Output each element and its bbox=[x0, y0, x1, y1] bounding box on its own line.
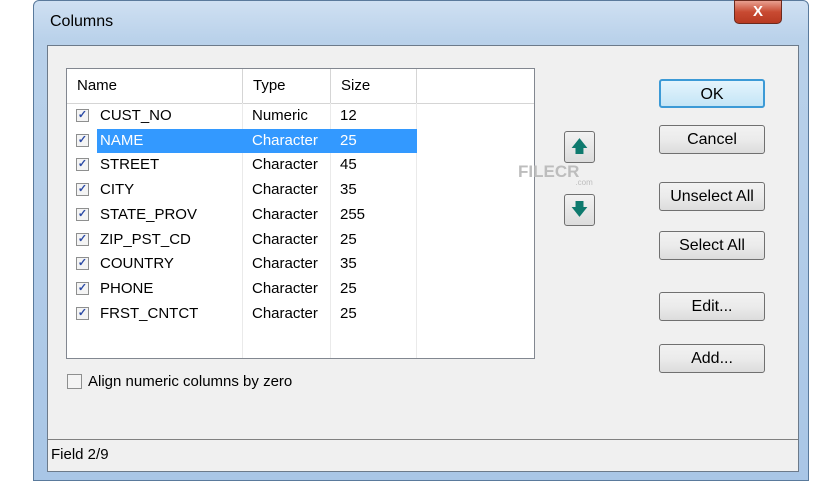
unselect-all-button[interactable]: Unselect All bbox=[659, 182, 765, 211]
cell-type: Character bbox=[252, 205, 318, 223]
cell-name: CITY bbox=[100, 181, 135, 199]
table-row[interactable]: ✓ COUNTRY Character 35 bbox=[67, 252, 417, 277]
row-checkbox[interactable]: ✓ bbox=[76, 158, 89, 172]
edit-button[interactable]: Edit... bbox=[659, 292, 765, 321]
cell-size: 35 bbox=[340, 255, 357, 273]
cell-name: STREET bbox=[100, 156, 160, 174]
columns-list[interactable]: Name Type Size ✓ CUST_NO Numeric 12 ✓ NAM… bbox=[66, 68, 535, 359]
arrow-up-icon: 🡅 bbox=[570, 137, 589, 156]
cell-size: 25 bbox=[331, 128, 417, 153]
row-checkbox[interactable]: ✓ bbox=[76, 281, 89, 295]
row-checkbox[interactable]: ✓ bbox=[76, 109, 89, 122]
row-checkbox[interactable]: ✓ bbox=[76, 207, 89, 221]
cell-type: Character bbox=[252, 279, 318, 297]
ok-button[interactable]: OK bbox=[659, 79, 765, 108]
cell-size: 45 bbox=[340, 156, 357, 174]
columns-dialog: Columns X Name Type Size ✓ CUST_NO Numer… bbox=[33, 0, 809, 481]
cell-name: ZIP_PST_CD bbox=[100, 230, 191, 248]
row-checkbox[interactable]: ✓ bbox=[76, 306, 89, 320]
table-row[interactable]: ✓ PHONE Character 25 bbox=[67, 277, 417, 302]
row-checkbox[interactable]: ✓ bbox=[76, 232, 89, 246]
table-row[interactable]: ✓ ZIP_PST_CD Character 25 bbox=[67, 228, 417, 253]
table-row[interactable]: ✓ CITY Character 35 bbox=[67, 178, 417, 203]
dialog-body: Name Type Size ✓ CUST_NO Numeric 12 ✓ NAM… bbox=[47, 45, 799, 472]
move-down-button[interactable]: 🡇 bbox=[564, 194, 595, 226]
row-checkbox[interactable]: ✓ bbox=[76, 257, 89, 271]
cell-size: 25 bbox=[340, 279, 357, 297]
cell-name: CUST_NO bbox=[100, 107, 172, 124]
cell-size: 25 bbox=[340, 304, 357, 322]
table-row[interactable]: ✓ STATE_PROV Character 255 bbox=[67, 203, 417, 228]
cell-size: 25 bbox=[340, 230, 357, 248]
cell-type: Character bbox=[252, 304, 318, 322]
cell-size: 255 bbox=[340, 205, 366, 223]
cancel-button[interactable]: Cancel bbox=[659, 125, 765, 154]
cell-type: Character bbox=[252, 255, 318, 273]
add-button[interactable]: Add... bbox=[659, 344, 765, 373]
cell-type: Character bbox=[252, 181, 318, 199]
status-text: Field 2/9 bbox=[51, 446, 109, 463]
move-up-button[interactable]: 🡅 bbox=[564, 131, 595, 163]
close-button[interactable]: X bbox=[734, 0, 782, 24]
table-row[interactable]: ✓ STREET Character 45 bbox=[67, 153, 417, 178]
status-bar: Field 2/9 bbox=[48, 439, 798, 471]
header-name[interactable]: Name bbox=[67, 69, 243, 103]
table-row[interactable]: ✓ CUST_NO Numeric 12 bbox=[67, 104, 417, 129]
table-row[interactable]: ✓ FRST_CNTCT Character 25 bbox=[67, 302, 417, 327]
row-checkbox[interactable]: ✓ bbox=[76, 133, 89, 147]
select-all-button[interactable]: Select All bbox=[659, 231, 765, 260]
header-type[interactable]: Type bbox=[243, 69, 331, 103]
table-row[interactable]: ✓ NAME Character 25 bbox=[67, 128, 417, 154]
cell-name: NAME bbox=[97, 128, 243, 153]
cell-type: Numeric bbox=[252, 107, 308, 124]
cell-type: Character bbox=[252, 156, 318, 174]
cell-type: Character bbox=[243, 128, 331, 153]
cell-size: 12 bbox=[340, 107, 357, 124]
cell-size: 35 bbox=[340, 181, 357, 199]
cell-name: FRST_CNTCT bbox=[100, 304, 199, 322]
align-numeric-checkbox[interactable] bbox=[67, 374, 82, 389]
list-header: Name Type Size bbox=[67, 69, 534, 104]
cell-name: PHONE bbox=[100, 279, 154, 297]
cell-name: COUNTRY bbox=[100, 255, 174, 273]
cell-type: Character bbox=[252, 230, 318, 248]
filecr-watermark: FILECR.com bbox=[518, 162, 593, 187]
arrow-down-icon: 🡇 bbox=[570, 200, 589, 219]
row-checkbox[interactable]: ✓ bbox=[76, 183, 89, 197]
header-size[interactable]: Size bbox=[331, 69, 417, 103]
cell-name: STATE_PROV bbox=[100, 205, 197, 223]
dialog-title: Columns bbox=[50, 13, 114, 30]
align-numeric-label: Align numeric columns by zero bbox=[88, 373, 293, 390]
